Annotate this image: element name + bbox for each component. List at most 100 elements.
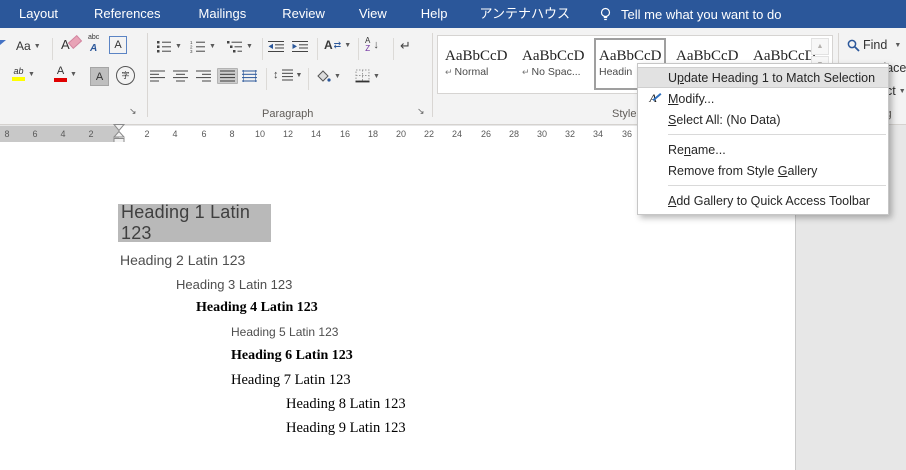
bullets-button[interactable]: ▼ [156, 40, 182, 53]
decrease-indent-icon [268, 41, 284, 52]
style-item-normal[interactable]: AaBbCcD ↵ Normal [440, 38, 512, 90]
ruler-number: 24 [451, 129, 463, 139]
heading-6[interactable]: Heading 6 Latin 123 [231, 348, 353, 364]
paragraph-style-mark-icon: ↵ [445, 66, 453, 77]
style-label: No Spac... [531, 66, 581, 78]
tell-me-box[interactable]: Tell me what you want to do [599, 7, 781, 22]
asian-layout-button[interactable]: A ⇄ ▼ [324, 38, 351, 52]
menu-item-rename[interactable]: Rename... [638, 139, 888, 160]
tab-review[interactable]: Review [269, 0, 338, 28]
change-case-glyph: Aa [16, 39, 31, 53]
sort-button[interactable]: A Z ↓ [365, 37, 379, 53]
find-button[interactable]: Find ▼ [847, 38, 901, 52]
chevron-down-icon: ▼ [334, 72, 341, 80]
highlight-color-bar [12, 77, 25, 81]
chevron-down-icon: ▼ [373, 72, 380, 80]
menu-item-add-gallery-to-qat[interactable]: Add Gallery to Quick Access Toolbar [638, 190, 888, 211]
ruler-number: 2 [88, 129, 94, 139]
phonetic-abc-glyph: abc [88, 34, 100, 41]
style-preview: AaBbCcD [445, 48, 508, 64]
menu-item-remove-from-gallery[interactable]: Remove from Style Gallery [638, 160, 888, 181]
heading-3[interactable]: Heading 3 Latin 123 [176, 277, 292, 292]
change-case-button[interactable]: Aa ▼ [16, 39, 41, 53]
numbering-button[interactable]: 123 ▼ [190, 40, 216, 53]
heading-7[interactable]: Heading 7 Latin 123 [231, 372, 351, 389]
ruler-number: 34 [592, 129, 604, 139]
tab-antenna-house[interactable]: アンテナハウス [467, 0, 583, 28]
ruler-number: 32 [564, 129, 576, 139]
style-context-menu: Update Heading 1 to Match Selection A Mo… [637, 63, 889, 215]
ruler-number: 28 [508, 129, 520, 139]
clear-formatting-button[interactable]: A [61, 35, 83, 52]
style-label: Headin [599, 66, 633, 78]
menu-separator [668, 185, 886, 186]
chevron-down-icon: ▼ [894, 41, 902, 49]
style-label: Normal [454, 66, 489, 78]
heading-9[interactable]: Heading 9 Latin 123 [286, 420, 406, 437]
distribute-button[interactable] [242, 70, 257, 82]
heading-5[interactable]: Heading 5 Latin 123 [231, 325, 338, 339]
ribbon-tab-bar: Layout References Mailings Review View H… [0, 0, 906, 28]
search-icon [847, 39, 860, 52]
shading-button[interactable]: ▼ [315, 69, 341, 83]
ruler-number: 4 [172, 129, 178, 139]
ruler-number: 14 [310, 129, 322, 139]
gallery-scroll-up-button[interactable]: ▲ [811, 38, 829, 55]
multilevel-list-icon [227, 41, 242, 53]
borders-button[interactable]: ▼ [355, 69, 380, 83]
heading-4[interactable]: Heading 4 Latin 123 [196, 300, 318, 316]
character-border-button[interactable]: A [109, 36, 127, 54]
paragraph-group-label: Paragraph [262, 108, 314, 120]
cutoff-dropdown-arrow [0, 40, 6, 45]
align-right-button[interactable] [196, 70, 211, 82]
bullets-icon [157, 41, 171, 53]
menu-item-select-all[interactable]: Select All: (No Data) [638, 109, 888, 130]
menu-item-modify[interactable]: A Modify... [638, 88, 888, 109]
decrease-indent-button[interactable] [268, 40, 285, 53]
tab-help[interactable]: Help [408, 0, 461, 28]
character-shading-glyph: A [95, 70, 104, 83]
tab-layout[interactable]: Layout [6, 0, 71, 28]
increase-indent-button[interactable] [292, 40, 309, 53]
enclose-characters-button[interactable]: 字 [116, 66, 135, 85]
find-label: Find [863, 38, 888, 52]
tab-mailings[interactable]: Mailings [186, 0, 260, 28]
chevron-down-icon: ▼ [344, 41, 352, 49]
chevron-down-icon: ▼ [898, 87, 906, 95]
align-left-button[interactable] [150, 70, 165, 82]
ruler-number: 10 [254, 129, 266, 139]
lightbulb-icon [599, 7, 612, 22]
enclose-characters-glyph: 字 [121, 71, 130, 80]
character-border-glyph: A [114, 39, 122, 51]
ruler-number: 16 [339, 129, 351, 139]
show-formatting-marks-button[interactable]: ↵ [400, 38, 411, 54]
paragraph-dialog-launcher[interactable]: ↘ [416, 106, 426, 117]
swap-arrows-icon: ⇄ [333, 39, 342, 50]
style-item-no-spacing[interactable]: AaBbCcD ↵ No Spac... [517, 38, 589, 90]
heading-8[interactable]: Heading 8 Latin 123 [286, 396, 406, 413]
heading-2[interactable]: Heading 2 Latin 123 [120, 252, 245, 268]
menu-separator [668, 134, 886, 135]
chevron-down-icon: ▼ [28, 70, 35, 78]
font-dialog-launcher[interactable]: ↘ [128, 106, 138, 117]
align-right-icon [196, 70, 211, 82]
paragraph-mark-icon: ↵ [400, 38, 411, 53]
tab-view[interactable]: View [346, 0, 400, 28]
tab-references[interactable]: References [81, 0, 173, 28]
ruler-number: 4 [60, 129, 66, 139]
ruler-number: 18 [367, 129, 379, 139]
line-spacing-button[interactable]: ↕ ▼ [273, 69, 302, 81]
text-highlight-color-button[interactable]: ab ▼ [12, 67, 35, 81]
heading-1[interactable]: Heading 1 Latin 123 [118, 202, 271, 244]
updown-arrow-icon: ↕ [273, 69, 279, 81]
character-shading-button[interactable]: A [90, 67, 109, 86]
menu-item-update-heading[interactable]: Update Heading 1 to Match Selection [638, 67, 888, 88]
align-center-button[interactable] [173, 70, 188, 82]
borders-icon [355, 69, 370, 83]
phonetic-guide-button[interactable]: abc A [88, 34, 99, 54]
multilevel-list-button[interactable]: ▼ [227, 40, 253, 53]
ruler-number: 30 [536, 129, 548, 139]
justify-button[interactable] [217, 68, 238, 84]
paint-bucket-icon [317, 70, 331, 82]
font-color-button[interactable]: A ▼ [54, 66, 77, 82]
